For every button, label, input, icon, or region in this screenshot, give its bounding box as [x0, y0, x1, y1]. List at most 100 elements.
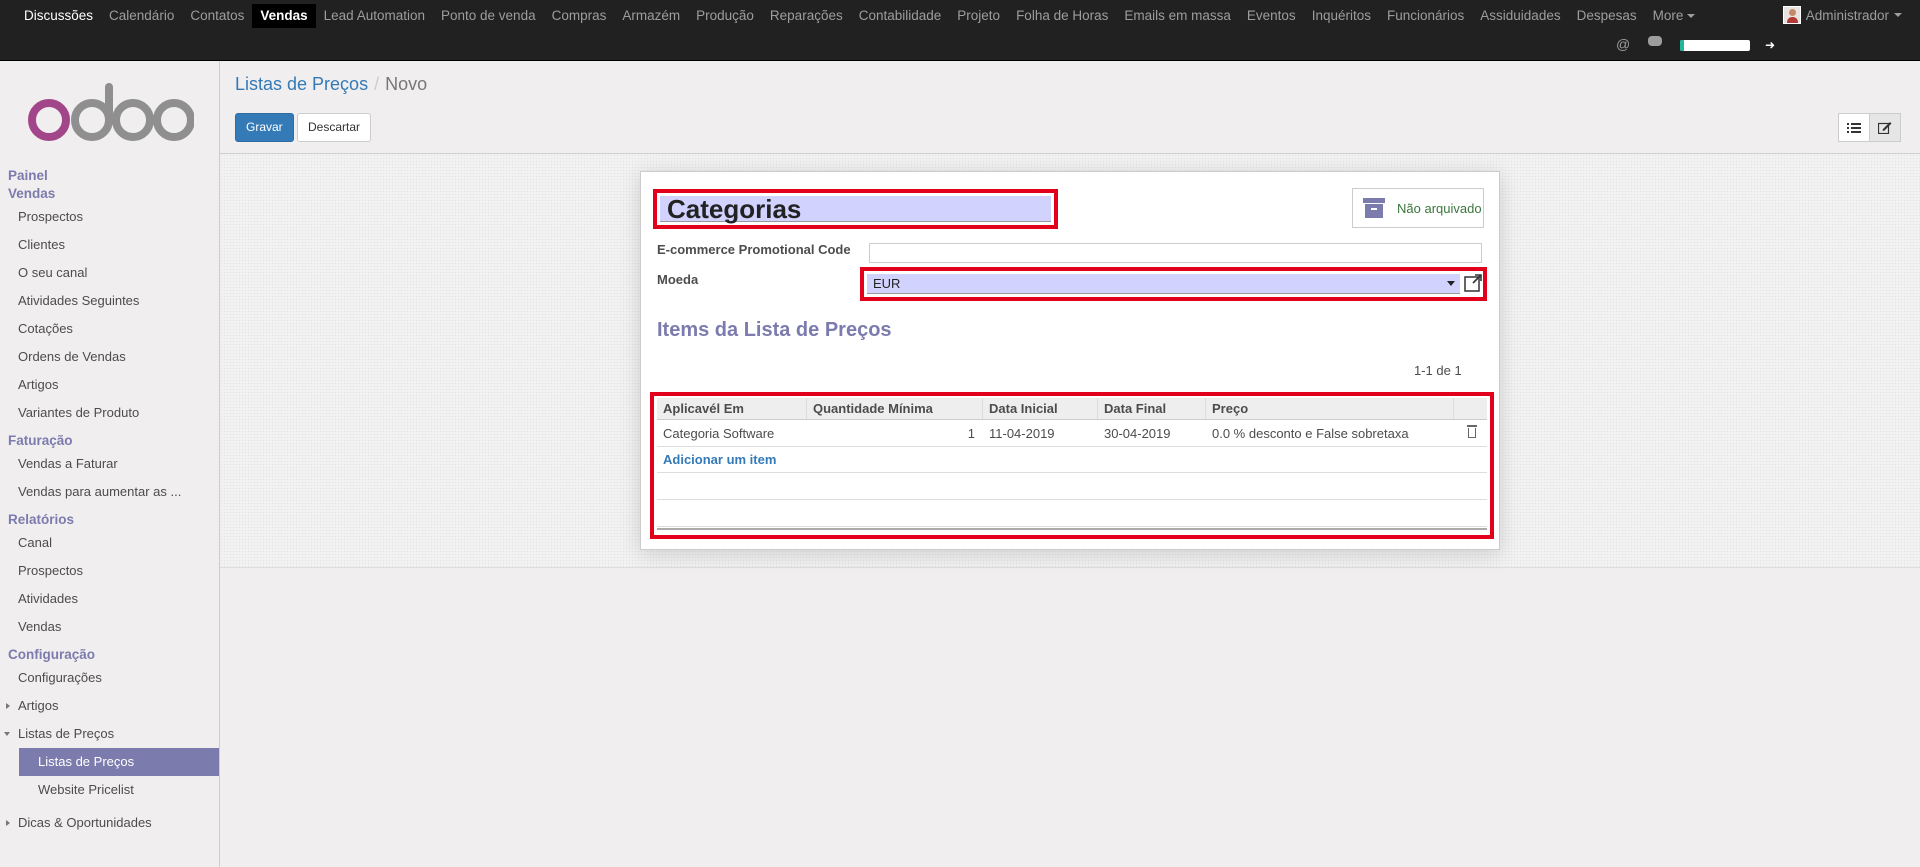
sidebar-item-variantes-de-produto[interactable]: Variantes de Produto	[0, 399, 219, 427]
menu-reparacoes[interactable]: Reparações	[762, 4, 851, 28]
header-min-quantity[interactable]: Quantidade Mínima	[807, 398, 983, 419]
menu-emails-em-massa[interactable]: Emails em massa	[1116, 4, 1239, 28]
user-menu[interactable]: Administrador	[1782, 6, 1902, 24]
menu-more[interactable]: More	[1645, 4, 1704, 28]
sidebar-item-atividades[interactable]: Atividades	[0, 585, 219, 613]
sidebar-item-ordens-de-vendas[interactable]: Ordens de Vendas	[0, 343, 219, 371]
sidebar-item-relatorio-vendas[interactable]: Vendas	[0, 613, 219, 641]
caret-right-icon	[6, 703, 10, 709]
menu-producao[interactable]: Produção	[688, 4, 762, 28]
sidebar-section-relatorios[interactable]: Relatórios	[0, 511, 219, 529]
sidebar-item-configuracoes[interactable]: Configurações	[0, 664, 219, 692]
sidebar-item-artigos[interactable]: Artigos	[0, 371, 219, 399]
add-item-row: Adicionar um item	[657, 447, 1487, 473]
sidebar-item-config-artigos[interactable]: Artigos	[0, 692, 219, 720]
menu-armazem[interactable]: Armazém	[614, 4, 688, 28]
menu-vendas[interactable]: Vendas	[252, 4, 316, 28]
edit-icon	[1878, 122, 1892, 134]
trash-icon[interactable]	[1466, 425, 1478, 438]
table-row[interactable]: Categoria Software 1 11-04-2019 30-04-20…	[657, 420, 1487, 447]
cell-date-start: 11-04-2019	[989, 425, 1055, 441]
menu-assiduidades[interactable]: Assiduidades	[1472, 4, 1568, 28]
chat-icon[interactable]	[1648, 36, 1662, 46]
sidebar-item-vendas-para-aumentar[interactable]: Vendas para aumentar as ...	[0, 478, 219, 506]
sidebar-item-prospectos[interactable]: Prospectos	[0, 203, 219, 231]
promo-code-input[interactable]	[869, 243, 1482, 263]
pricelist-name-input[interactable]: Categorias	[660, 196, 1051, 222]
menu-folha-de-horas[interactable]: Folha de Horas	[1008, 4, 1116, 28]
sidebar-item-cotacoes[interactable]: Cotações	[0, 315, 219, 343]
menu-funcionarios[interactable]: Funcionários	[1379, 4, 1472, 28]
list-view-button[interactable]	[1838, 113, 1870, 142]
sidebar-item-relatorio-prospectos[interactable]: Prospectos	[0, 557, 219, 585]
breadcrumb-current: Novo	[385, 74, 428, 94]
activity-timer[interactable]	[1680, 40, 1750, 51]
sidebar-item-listas-de-precos[interactable]: Listas de Preços	[19, 748, 219, 776]
table-footer	[657, 528, 1487, 530]
cell-actions	[1454, 425, 1487, 441]
sidebar-section-faturacao[interactable]: Faturação	[0, 432, 219, 450]
header-date-start[interactable]: Data Inicial	[983, 398, 1098, 419]
cell-date-end: 30-04-2019	[1104, 425, 1171, 441]
sign-in-icon[interactable]: ➜	[1765, 38, 1775, 52]
form-view-button[interactable]	[1869, 113, 1901, 142]
sidebar-nav: Painel Vendas Prospectos Clientes O seu …	[0, 167, 219, 837]
header-date-end[interactable]: Data Final	[1098, 398, 1206, 419]
add-item-link[interactable]: Adicionar um item	[663, 452, 776, 467]
caret-down-icon	[4, 732, 10, 736]
menu-compras[interactable]: Compras	[544, 4, 615, 28]
sidebar-item-label: Dicas & Oportunidades	[18, 815, 152, 830]
menu-projeto[interactable]: Projeto	[949, 4, 1008, 28]
currency-value: EUR	[873, 276, 901, 291]
form-sheet: Categorias Não arquivado E-commerce Prom…	[640, 171, 1500, 550]
archive-label: Não arquivado	[1397, 200, 1482, 216]
sidebar-item-o-seu-canal[interactable]: O seu canal	[0, 259, 219, 287]
timer-progress	[1680, 40, 1684, 51]
mentions-icon[interactable]: @	[1616, 36, 1630, 52]
sidebar: Painel Vendas Prospectos Clientes O seu …	[0, 61, 220, 867]
sidebar-item-canal[interactable]: Canal	[0, 529, 219, 557]
currency-label: Moeda	[657, 272, 699, 287]
external-link-icon[interactable]	[1464, 273, 1483, 292]
header-applied-on[interactable]: Aplicavél Em	[657, 398, 807, 419]
header-price[interactable]: Preço	[1206, 398, 1454, 419]
sidebar-item-dicas-oportunidades[interactable]: Dicas & Oportunidades	[0, 809, 219, 837]
menu-eventos[interactable]: Eventos	[1239, 4, 1304, 28]
archive-toggle-button[interactable]: Não arquivado	[1352, 188, 1484, 228]
breadcrumb-parent[interactable]: Listas de Preços	[235, 74, 368, 94]
sidebar-item-listas-de-precos-group[interactable]: Listas de Preços	[0, 720, 219, 748]
menu-contatos[interactable]: Contatos	[182, 4, 252, 28]
breadcrumb: Listas de Preços / Novo	[235, 74, 427, 95]
sidebar-item-website-pricelist[interactable]: Website Pricelist	[0, 776, 219, 804]
odoo-logo[interactable]	[26, 83, 194, 143]
empty-row	[657, 473, 1487, 500]
sidebar-section-vendas[interactable]: Vendas	[0, 185, 219, 203]
sidebar-section-painel[interactable]: Painel	[0, 167, 219, 185]
sidebar-section-configuracao[interactable]: Configuração	[0, 646, 219, 664]
cell-price: 0.0 % desconto e False sobretaxa	[1212, 425, 1409, 441]
sidebar-item-label: Artigos	[18, 698, 59, 713]
caret-down-icon	[1687, 14, 1696, 19]
sidebar-item-atividades-seguintes[interactable]: Atividades Seguintes	[0, 287, 219, 315]
discard-button[interactable]: Descartar	[297, 113, 372, 142]
currency-highlight: EUR	[860, 267, 1487, 301]
cell-applied-on: Categoria Software	[663, 425, 775, 441]
promo-code-label: E-commerce Promotional Code	[657, 242, 851, 257]
pager[interactable]: 1-1 de 1	[1414, 363, 1462, 378]
sidebar-item-clientes[interactable]: Clientes	[0, 231, 219, 259]
archive-icon	[1363, 198, 1385, 218]
menu-discussoes[interactable]: Discussões	[16, 4, 101, 28]
menu-contabilidade[interactable]: Contabilidade	[851, 4, 950, 28]
cell-min-quantity: 1	[967, 425, 975, 441]
menu-despesas[interactable]: Despesas	[1569, 4, 1645, 28]
save-button[interactable]: Gravar	[235, 113, 294, 142]
currency-select[interactable]: EUR	[867, 274, 1460, 294]
pricelist-items-table: Aplicavél Em Quantidade Mínima Data Inic…	[657, 398, 1487, 530]
menu-lead-automation[interactable]: Lead Automation	[316, 4, 433, 28]
menu-inqueritos[interactable]: Inquéritos	[1304, 4, 1379, 28]
menu-ponto-de-venda[interactable]: Ponto de venda	[433, 4, 544, 28]
sidebar-item-vendas-a-faturar[interactable]: Vendas a Faturar	[0, 450, 219, 478]
menu-calendario[interactable]: Calendário	[101, 4, 182, 28]
caret-right-icon	[6, 820, 10, 826]
main-menu: Discussões Calendário Contatos Vendas Le…	[16, 4, 1703, 28]
